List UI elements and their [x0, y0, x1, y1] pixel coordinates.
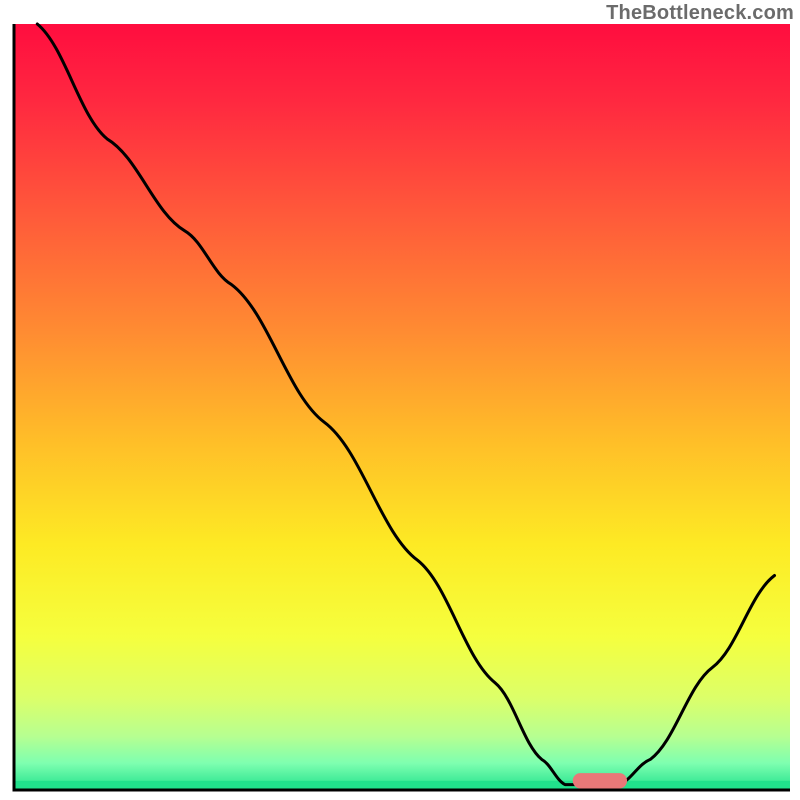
optimal-range-marker [573, 773, 627, 788]
plot-background [14, 24, 790, 790]
bottleneck-chart [0, 0, 800, 800]
watermark-text: TheBottleneck.com [606, 2, 794, 25]
